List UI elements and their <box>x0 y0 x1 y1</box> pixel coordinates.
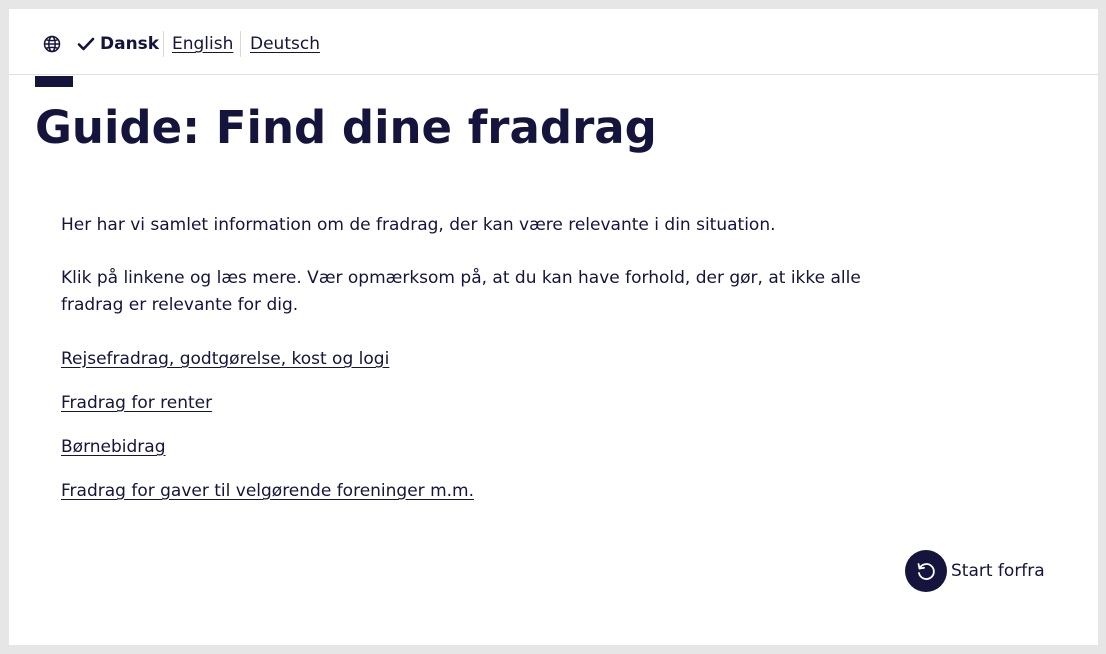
restart-button[interactable]: Start forfra <box>905 550 1045 592</box>
language-option-english[interactable]: English <box>172 31 233 57</box>
link-rejsefradrag[interactable]: Rejsefradrag, godtgørelse, kost og logi <box>61 346 389 373</box>
restart-icon <box>905 550 947 592</box>
page-title: Guide: Find dine fradrag <box>35 101 657 154</box>
language-option-deutsch[interactable]: Deutsch <box>250 31 320 57</box>
language-bar: Dansk English Deutsch <box>9 9 1098 75</box>
restart-label: Start forfra <box>951 561 1045 581</box>
note-text: Klik på linkene og læs mere. Vær opmærks… <box>61 268 861 315</box>
checkmark-icon <box>77 37 95 51</box>
link-fradrag-renter[interactable]: Fradrag for renter <box>61 390 212 417</box>
language-separator <box>163 31 164 57</box>
language-current: Dansk <box>77 31 159 57</box>
link-boernebidrag[interactable]: Børnebidrag <box>61 434 166 461</box>
language-current-label: Dansk <box>100 34 160 54</box>
title-accent-bar <box>35 76 73 87</box>
link-fradrag-gaver[interactable]: Fradrag for gaver til velgørende forenin… <box>61 478 474 505</box>
page-card: Dansk English Deutsch Guide: Find dine f… <box>9 9 1098 645</box>
globe-icon <box>43 35 61 53</box>
language-separator <box>240 31 241 57</box>
intro-text: Her har vi samlet information om de frad… <box>61 215 776 235</box>
